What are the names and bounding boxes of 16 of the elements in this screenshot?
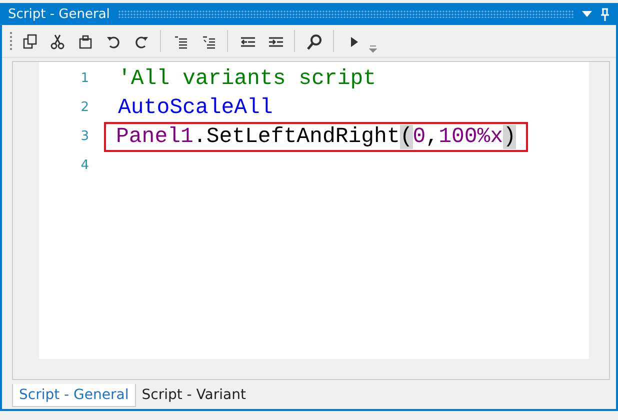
line-number: 1 — [80, 71, 90, 86]
window-title: Script - General — [8, 6, 110, 22]
tab[interactable]: Script - Variant — [136, 384, 252, 407]
line-number: 4 — [80, 158, 90, 173]
toolbar-grip[interactable] — [10, 31, 13, 51]
code-line: AutoScaleAll — [117, 94, 274, 122]
pin-icon[interactable] — [600, 8, 610, 20]
vertical-scrollbar[interactable] — [589, 62, 609, 359]
line-number: 3 — [80, 129, 90, 144]
overflow-icon[interactable] — [369, 45, 377, 53]
line-number: 2 — [80, 100, 90, 115]
title-bar-grip[interactable] — [118, 10, 574, 18]
tab[interactable]: Script - General — [12, 384, 136, 407]
horizontal-scrollbar[interactable] — [13, 359, 609, 379]
dropdown-icon[interactable] — [582, 11, 592, 17]
code-line: 'All variants script — [117, 66, 378, 92]
